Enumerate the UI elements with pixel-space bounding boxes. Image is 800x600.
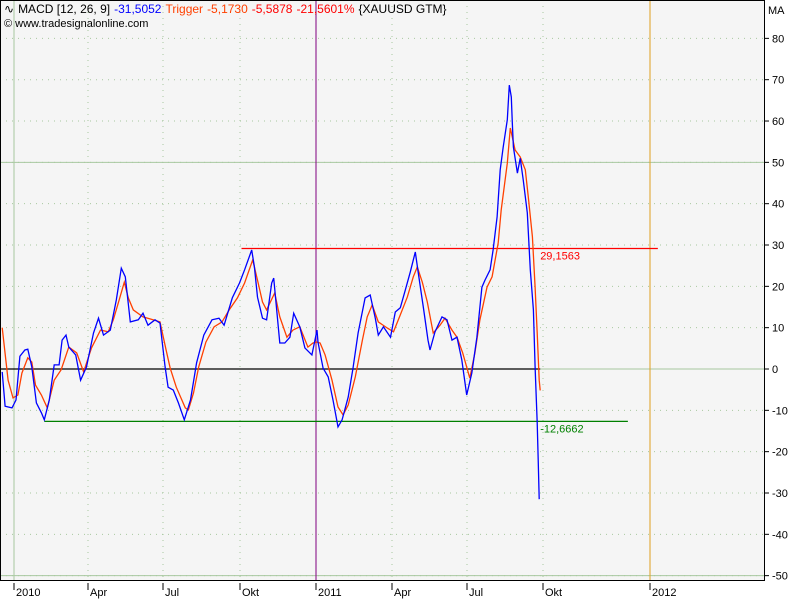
y-tick-label: -30 [772, 488, 788, 500]
y-tick-label: 10 [772, 323, 784, 335]
trigger-value: -5,1730 [207, 2, 248, 16]
chart-header: ∿ MACD [12, 26, 9] -31,5052 Trigger -5,1730-… [4, 2, 451, 16]
x-tick-label: Apr [394, 587, 411, 599]
x-tick-label: Apr [90, 587, 107, 599]
trigger-label: Trigger [165, 2, 204, 16]
diff-percent: -21,5601% [296, 2, 355, 16]
resistance-line-label: 29,1563 [540, 250, 580, 262]
support-line-label: -12,6662 [540, 423, 583, 435]
watermark: © www.tradesignalonline.com [4, 18, 148, 30]
y-tick-label: 70 [772, 75, 784, 87]
indicator-icon: ∿ [4, 2, 15, 16]
x-tick-label: Jul [165, 587, 179, 599]
x-tick-label: 2012 [652, 587, 676, 599]
x-tick-label: Okt [545, 587, 562, 599]
x-tick-label: Okt [242, 587, 259, 599]
watermark-url: www.tradesignalonline.com [15, 18, 149, 30]
diff-value: -5,5878 [251, 2, 293, 16]
y-tick-label: 0 [772, 364, 778, 376]
y-tick-label: 80 [772, 33, 784, 45]
y-tick-label: -10 [772, 405, 788, 417]
symbol-label: {XAUUSD GTM} [358, 2, 447, 16]
y-tick-label: -20 [772, 447, 788, 459]
y-tick-label: 50 [772, 157, 784, 169]
y-tick-label: 30 [772, 240, 784, 252]
indicator-name: MACD [12, 26, 9] [18, 2, 111, 16]
y-tick-label: 40 [772, 199, 784, 211]
y-axis-title: MA [768, 5, 785, 17]
macd-chart: 29,1563-12,6662 MA 80706050403020100-10-… [0, 0, 788, 599]
y-tick-label: 60 [772, 116, 784, 128]
y-tick-label: -50 [772, 571, 788, 583]
x-tick-label: 2011 [318, 587, 342, 599]
x-tick-label: Jul [469, 587, 483, 599]
y-tick-label: 20 [772, 281, 784, 293]
y-tick-label: -40 [772, 529, 788, 541]
copyright-icon: © [4, 18, 13, 30]
macd-value: -31,5052 [114, 2, 162, 16]
x-tick-label: 2010 [16, 587, 40, 599]
